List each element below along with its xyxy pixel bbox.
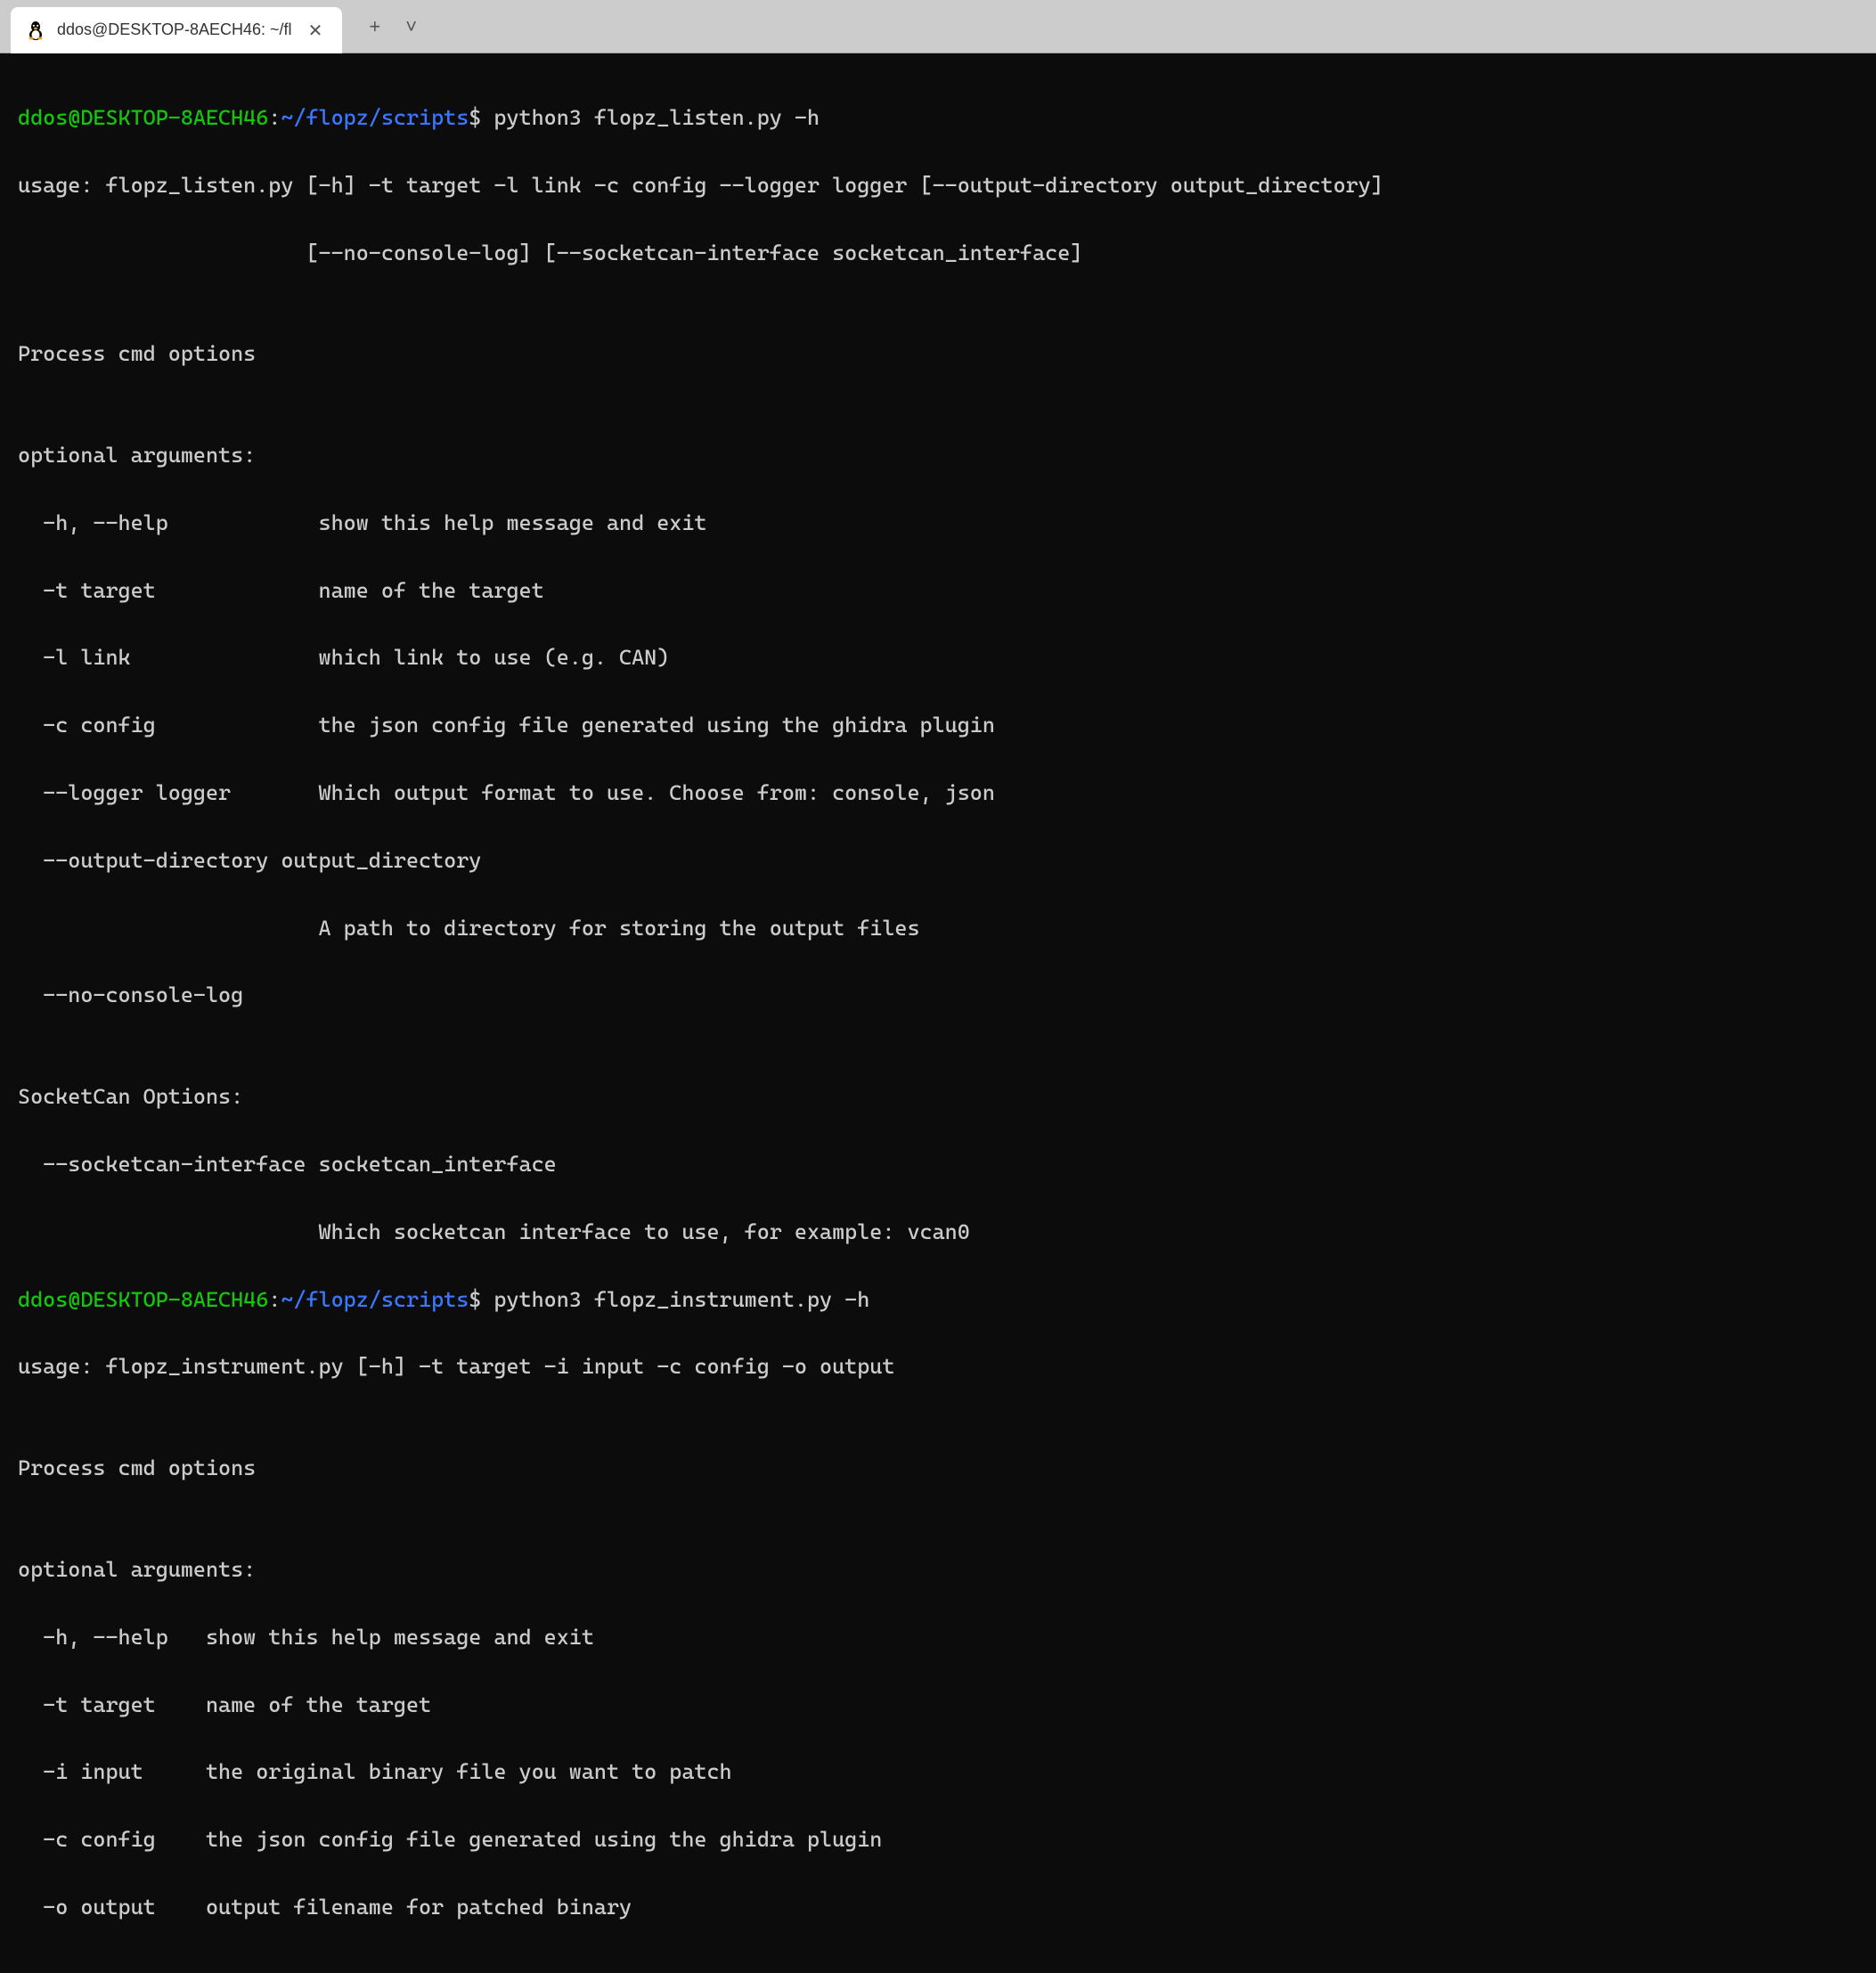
output-line: -l link which link to use (e.g. CAN): [18, 641, 1858, 675]
output-line: -t target name of the target: [18, 1689, 1858, 1723]
output-line: -c config the json config file generated…: [18, 1823, 1858, 1857]
tab-dropdown-button[interactable]: ˅: [405, 15, 417, 38]
tab-title: ddos@DESKTOP-8AECH46: ~/fl: [57, 20, 292, 39]
prompt-dollar: $: [469, 105, 481, 130]
titlebar-controls: + ˅: [369, 15, 417, 38]
tux-icon: [25, 20, 46, 41]
tab-active[interactable]: ddos@DESKTOP-8AECH46: ~/fl ✕: [11, 7, 342, 53]
output-line: -c config the json config file generated…: [18, 709, 1858, 743]
output-line: -t target name of the target: [18, 575, 1858, 608]
output-line: --no-console-log: [18, 979, 1858, 1013]
prompt-colon: :: [268, 105, 281, 130]
output-line: usage: flopz_instrument.py [-h] -t targe…: [18, 1350, 1858, 1384]
output-line: Process cmd options: [18, 1452, 1858, 1486]
output-line: A path to directory for storing the outp…: [18, 912, 1858, 946]
command-text: python3 flopz_instrument.py -h: [481, 1287, 869, 1312]
titlebar: ddos@DESKTOP-8AECH46: ~/fl ✕ + ˅: [0, 0, 1876, 53]
prompt-line: ddos@DESKTOP-8AECH46:~/flopz/scripts$ py…: [18, 102, 1858, 135]
prompt-path: ~/flopz/scripts: [281, 1287, 469, 1312]
close-icon[interactable]: ✕: [303, 18, 329, 43]
output-line: optional arguments:: [18, 1553, 1858, 1587]
output-line: -o output output filename for patched bi…: [18, 1891, 1858, 1925]
output-line: usage: flopz_listen.py [-h] -t target -l…: [18, 169, 1858, 203]
terminal-content[interactable]: ddos@DESKTOP-8AECH46:~/flopz/scripts$ py…: [0, 53, 1876, 1973]
command-text: python3 flopz_listen.py -h: [481, 105, 820, 130]
prompt-path: ~/flopz/scripts: [281, 105, 469, 130]
output-line: [--no-console-log] [--socketcan-interfac…: [18, 237, 1858, 271]
output-line: SocketCan Options:: [18, 1080, 1858, 1114]
prompt-user: ddos@DESKTOP-8AECH46: [18, 105, 268, 130]
prompt-dollar: $: [469, 1287, 481, 1312]
prompt-colon: :: [268, 1287, 281, 1312]
output-line: Which socketcan interface to use, for ex…: [18, 1216, 1858, 1250]
output-line: Process cmd options: [18, 338, 1858, 371]
new-tab-button[interactable]: +: [369, 15, 380, 38]
prompt-user: ddos@DESKTOP-8AECH46: [18, 1287, 268, 1312]
output-line: -i input the original binary file you wa…: [18, 1756, 1858, 1790]
output-line: --output-directory output_directory: [18, 844, 1858, 878]
prompt-line: ddos@DESKTOP-8AECH46:~/flopz/scripts$ py…: [18, 1284, 1858, 1317]
output-line: -h, --help show this help message and ex…: [18, 1621, 1858, 1655]
output-line: --socketcan-interface socketcan_interfac…: [18, 1148, 1858, 1182]
output-line: -h, --help show this help message and ex…: [18, 507, 1858, 541]
output-line: optional arguments:: [18, 439, 1858, 473]
output-line: --logger logger Which output format to u…: [18, 777, 1858, 811]
